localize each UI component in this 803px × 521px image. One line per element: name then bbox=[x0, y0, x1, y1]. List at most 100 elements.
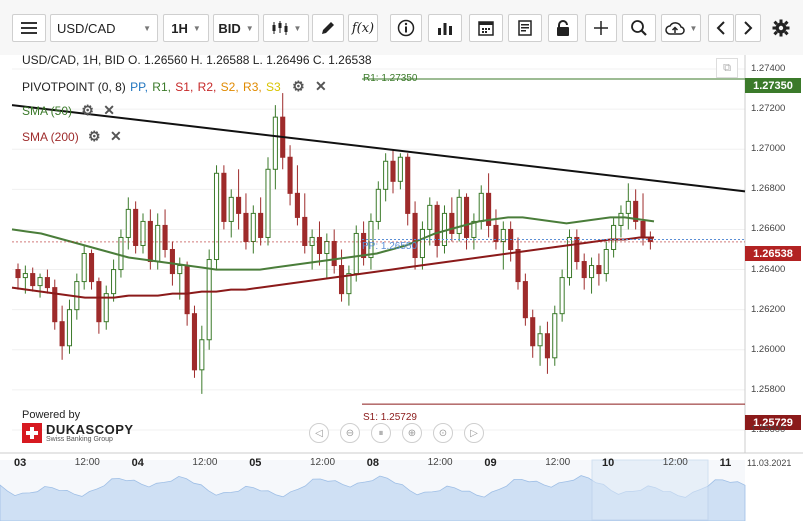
candle-body bbox=[618, 212, 624, 226]
triangle-right-icon: ▷ bbox=[470, 427, 478, 439]
symbol-select[interactable]: USD/CAD ▼ bbox=[50, 14, 158, 42]
candle-body bbox=[463, 196, 470, 238]
price-side-select[interactable]: BID ▼ bbox=[213, 14, 259, 42]
pivot-legend-item: R1, bbox=[148, 80, 171, 94]
cloud-upload-button[interactable]: ▼ bbox=[661, 14, 701, 42]
candle bbox=[191, 305, 198, 378]
timeframe-select[interactable]: 1H ▼ bbox=[163, 14, 209, 42]
gear-icon[interactable]: ⚙ bbox=[292, 78, 305, 95]
scroll-right-button[interactable] bbox=[735, 14, 761, 42]
calendar-button[interactable] bbox=[469, 14, 503, 42]
settings-button[interactable] bbox=[766, 14, 796, 42]
scroll-back-button[interactable]: ◁ bbox=[309, 423, 329, 443]
pivot-legend-item: PP, bbox=[130, 80, 148, 94]
crosshair-button[interactable] bbox=[585, 14, 617, 42]
cloud-upload-icon bbox=[664, 22, 685, 35]
close-icon[interactable]: ✕ bbox=[103, 102, 115, 119]
price-chart[interactable] bbox=[0, 55, 803, 521]
candle-body bbox=[530, 317, 536, 347]
candle-body bbox=[59, 321, 65, 347]
reset-zoom-button[interactable]: ⊙ bbox=[433, 423, 453, 443]
pause-button[interactable]: ⏸ bbox=[371, 423, 391, 443]
day-tick-label: 05 bbox=[249, 457, 262, 469]
zoom-in-button[interactable]: ⊕ bbox=[402, 423, 422, 443]
info-button[interactable] bbox=[390, 14, 422, 42]
price-tick-label: 1.25800 bbox=[751, 383, 786, 395]
chevron-down-icon: ▼ bbox=[143, 23, 151, 33]
candle bbox=[353, 225, 359, 282]
zoom-out-button[interactable]: ⊖ bbox=[340, 423, 360, 443]
brand-name: DUKASCOPY bbox=[46, 422, 134, 437]
candle-body bbox=[66, 309, 73, 347]
candle-body bbox=[81, 253, 87, 283]
candle-body bbox=[419, 228, 425, 259]
candle bbox=[265, 157, 271, 246]
triangle-left-icon: ◁ bbox=[315, 427, 323, 439]
lock-button[interactable] bbox=[548, 14, 578, 42]
candle-body bbox=[15, 269, 21, 279]
gear-icon[interactable]: ⚙ bbox=[88, 128, 101, 145]
chart-type-select[interactable]: ▼ bbox=[263, 14, 309, 42]
hour-tick-label: 12:00 bbox=[74, 457, 100, 468]
chevron-down-icon: ▼ bbox=[245, 23, 254, 33]
candle-body bbox=[184, 265, 190, 315]
pivot-legend-item: R2, bbox=[194, 80, 217, 94]
price-tick-label: 1.27400 bbox=[751, 63, 786, 75]
menu-hamburger-icon[interactable] bbox=[12, 14, 46, 42]
s1-line-label: S1: 1.25729 bbox=[363, 412, 417, 423]
candle-body bbox=[302, 216, 308, 246]
swiss-cross-icon bbox=[22, 423, 42, 443]
close-icon[interactable]: ✕ bbox=[315, 78, 327, 95]
r1-price-tag: 1.27350 bbox=[745, 78, 801, 93]
powered-by-label: Powered by bbox=[22, 409, 81, 421]
day-tick-label: 03 bbox=[14, 457, 27, 469]
candle-body bbox=[316, 236, 323, 255]
scroll-left-button[interactable] bbox=[708, 14, 734, 42]
candle bbox=[559, 269, 565, 322]
candle-body bbox=[125, 208, 131, 238]
candle-body bbox=[338, 265, 345, 295]
zoom-button[interactable] bbox=[622, 14, 656, 42]
timeframe-value: 1H bbox=[171, 20, 188, 36]
candle-body bbox=[522, 281, 528, 319]
lock-icon bbox=[557, 20, 569, 36]
candle-body bbox=[574, 236, 580, 263]
gear-icon bbox=[772, 19, 790, 37]
hour-tick-label: 12:00 bbox=[662, 457, 688, 468]
expand-icon[interactable]: ⧉ bbox=[716, 58, 738, 78]
candle-body bbox=[111, 269, 117, 295]
candle bbox=[133, 201, 139, 254]
volume-button[interactable] bbox=[428, 14, 462, 42]
candle-body bbox=[625, 200, 631, 214]
candle-body bbox=[537, 333, 543, 347]
price-tick-label: 1.26600 bbox=[751, 223, 786, 235]
scroll-forward-button[interactable]: ▷ bbox=[464, 423, 484, 443]
hour-tick-label: 12:00 bbox=[192, 457, 218, 468]
candle-body bbox=[177, 265, 183, 275]
hour-tick-label: 12:00 bbox=[427, 457, 453, 468]
gear-icon[interactable]: ⚙ bbox=[81, 102, 94, 119]
dukascopy-logo: DUKASCOPY Swiss Banking Group bbox=[22, 422, 133, 445]
candle-body bbox=[44, 277, 50, 289]
candle-body bbox=[221, 172, 227, 222]
candle bbox=[522, 273, 528, 326]
zoom-in-icon: ⊕ bbox=[407, 427, 417, 439]
candle-body bbox=[397, 156, 403, 182]
sma200-label: SMA (200) bbox=[22, 130, 79, 144]
r1-line-label: R1: 1.27350 bbox=[363, 73, 418, 84]
candle-body bbox=[324, 240, 330, 255]
candle-body bbox=[88, 253, 95, 283]
candle-body bbox=[390, 160, 396, 182]
pivot-legend-prefix: PIVOTPOINT (0, 8) bbox=[22, 80, 126, 94]
drawing-tools-button[interactable] bbox=[312, 14, 344, 42]
indicators-button[interactable]: f(x) bbox=[348, 14, 378, 42]
price-tick-label: 1.26000 bbox=[751, 343, 786, 355]
close-icon[interactable]: ✕ bbox=[110, 128, 122, 145]
date-stamp: 11.03.2021 bbox=[747, 458, 792, 468]
news-button[interactable] bbox=[508, 14, 542, 42]
candle-body bbox=[552, 313, 558, 359]
candle-body bbox=[640, 220, 646, 238]
pivot-legend: PIVOTPOINT (0, 8) PP, R1, S1, R2, S2, R3… bbox=[22, 78, 328, 95]
candle-body bbox=[272, 116, 278, 170]
chart-toolbar: USD/CAD ▼ 1H ▼ BID ▼ ▼ f(x) ▼ bbox=[0, 0, 803, 56]
